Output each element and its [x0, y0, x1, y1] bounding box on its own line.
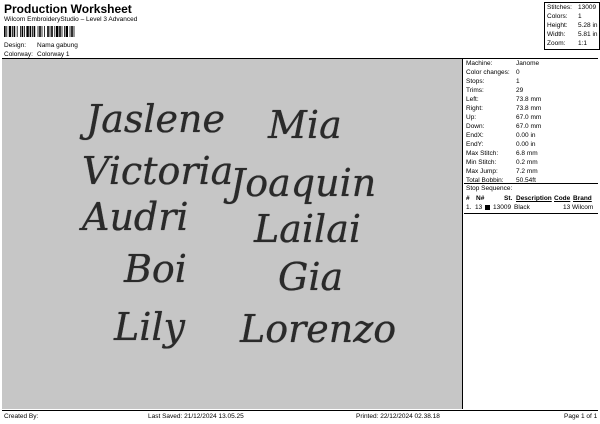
info-row: Down: 67.0 mm [466, 123, 598, 131]
design-name: Boi [124, 247, 187, 291]
design-row: Design: Nama gabung [4, 42, 204, 51]
design-preview: Jaslene Mia Victoria Joaquin Audri Laila… [2, 59, 463, 409]
design-name: Lailai [254, 207, 362, 251]
info-row: Trims: 29 [466, 87, 598, 95]
summary-value: 1:1 [578, 40, 588, 47]
page-number: Page 1 of 1 [564, 413, 598, 420]
colorway-label: Colorway: [4, 51, 33, 58]
summary-value: 5.28 in [578, 22, 598, 29]
header-number: # [466, 195, 470, 202]
info-label: Up: [466, 114, 477, 121]
info-row: EndY: 0.00 in [466, 141, 598, 149]
info-label: Right: [466, 105, 483, 112]
summary-value: 1 [578, 13, 582, 20]
design-label: Design: [4, 42, 27, 49]
design-name: Mia [268, 103, 342, 147]
header-brand: Brand [573, 195, 592, 202]
stop-sequence-header: # N# St. Description Code Brand [466, 195, 598, 203]
summary-value: 5.81 in [578, 31, 598, 38]
info-label: EndX: [466, 132, 484, 139]
design-name: Lily [114, 305, 186, 349]
info-value: 67.0 mm [516, 123, 542, 130]
info-row: Stops: 1 [466, 78, 598, 86]
info-value: Janome [516, 60, 540, 67]
summary-row: Width: 5.81 in [547, 31, 599, 40]
info-label: Max Stitch: [466, 150, 499, 157]
info-divider [464, 183, 598, 184]
info-value: 0.00 in [516, 132, 536, 139]
info-label: Down: [466, 123, 485, 130]
info-label: Trims: [466, 87, 484, 94]
summary-box: Stitches: 13009 Colors: 1 Height: 5.28 i… [544, 2, 600, 50]
row-code: 13 [563, 204, 571, 211]
info-value: 7.2 mm [516, 168, 538, 175]
summary-row: Height: 5.28 in [547, 22, 599, 31]
info-value: 6.8 mm [516, 150, 538, 157]
summary-label: Stitches: [547, 4, 572, 11]
info-row: Min Stitch: 0.2 mm [466, 159, 598, 167]
stop-sequence-title: Stop Sequence: [466, 185, 513, 192]
info-value: 67.0 mm [516, 114, 542, 121]
software-subtitle: Wilcom EmbroideryStudio – Level 3 Advanc… [4, 16, 138, 23]
printed-date: Printed: 22/12/2024 02.38.18 [356, 413, 440, 420]
info-label: Color changes: [466, 69, 510, 76]
design-name: Victoria [82, 149, 234, 193]
row-needle: 13 [475, 204, 483, 211]
colorway-value: Colorway 1 [37, 51, 70, 58]
info-label: EndY: [466, 141, 484, 148]
info-row: Up: 67.0 mm [466, 114, 598, 122]
header-stitches: St. [504, 195, 513, 202]
row-description: Black [514, 204, 530, 211]
summary-row: Colors: 1 [547, 13, 599, 22]
design-name: Gia [278, 255, 344, 299]
info-row: Left: 73.8 mm [466, 96, 598, 104]
stop-sequence-row: 1. 13 13009 Black 13 Wilcom [466, 204, 598, 212]
footer: Created By: Last Saved: 21/12/2024 13.05… [0, 410, 600, 424]
design-name: Audri [82, 195, 189, 239]
info-row: Machine: Janome [466, 60, 598, 68]
info-row: Right: 73.8 mm [466, 105, 598, 113]
header-code: Code [554, 195, 571, 202]
row-number: 1. [466, 204, 472, 211]
summary-label: Zoom: [547, 40, 566, 47]
info-value: 73.8 mm [516, 96, 542, 103]
header-needle: N# [476, 195, 485, 202]
color-swatch-icon [485, 205, 490, 210]
design-name: Jaslene [86, 97, 225, 141]
info-value: 0 [516, 69, 520, 76]
info-value: 1 [516, 78, 520, 85]
info-row: EndX: 0.00 in [466, 132, 598, 140]
info-value: 0.2 mm [516, 159, 538, 166]
design-value: Nama gabung [37, 42, 78, 49]
info-value: 0.00 in [516, 141, 536, 148]
info-value: 73.8 mm [516, 105, 542, 112]
info-label: Min Stitch: [466, 159, 497, 166]
design-name: Lorenzo [240, 307, 397, 351]
info-row: Max Jump: 7.2 mm [466, 168, 598, 176]
info-label: Max Jump: [466, 168, 498, 175]
sequence-divider [464, 213, 598, 214]
info-label: Machine: [466, 60, 493, 67]
created-by: Created By: [4, 413, 39, 420]
barcode-icon [4, 26, 75, 37]
info-label: Left: [466, 96, 479, 103]
summary-label: Colors: [547, 13, 568, 20]
worksheet-title: Production Worksheet [4, 2, 132, 16]
info-label: Stops: [466, 78, 485, 85]
info-row: Color changes: 0 [466, 69, 598, 77]
summary-label: Height: [547, 22, 568, 29]
summary-label: Width: [547, 31, 566, 38]
last-saved: Last Saved: 21/12/2024 13.05.25 [148, 413, 244, 420]
header-description: Description [516, 195, 552, 202]
summary-row: Stitches: 13009 [547, 4, 599, 13]
row-stitches: 13009 [493, 204, 512, 211]
summary-value: 13009 [578, 4, 597, 11]
info-value: 29 [516, 87, 524, 94]
row-brand: Wilcom [572, 204, 594, 211]
summary-row: Zoom: 1:1 [547, 40, 599, 49]
design-name: Joaquin [230, 161, 377, 205]
info-row: Max Stitch: 6.8 mm [466, 150, 598, 158]
